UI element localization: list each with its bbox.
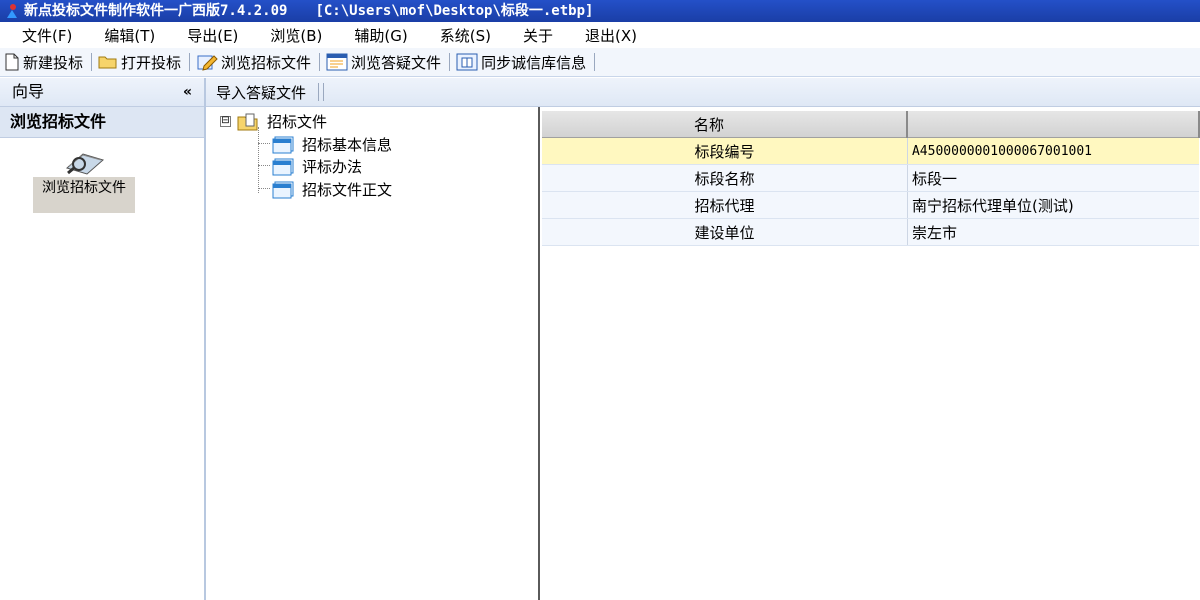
tree-node-label: 招标文件正文 [302, 181, 393, 199]
tree-node-basic-info[interactable]: 招标基本信息 [272, 134, 392, 155]
window-icon [272, 181, 294, 198]
sync-icon [456, 53, 478, 71]
browse-qa-label: 浏览答疑文件 [351, 53, 442, 72]
menu-exit[interactable]: 退出(X) [573, 25, 649, 46]
browse-tender-nav-item[interactable]: 浏览招标文件 [33, 144, 135, 213]
window-icon [272, 158, 294, 175]
edit-document-icon [197, 55, 218, 71]
column-header-value[interactable] [907, 111, 1200, 138]
row-value[interactable]: 崇左市 [907, 218, 1199, 246]
sync-credit-button[interactable]: 同步诚信库信息 [452, 52, 592, 73]
row-value[interactable]: 标段一 [907, 164, 1199, 192]
sync-credit-label: 同步诚信库信息 [481, 53, 587, 72]
menu-file[interactable]: 文件(F) [10, 25, 84, 46]
wizard-title: 向导 [12, 82, 45, 101]
row-name: 招标代理 [542, 191, 908, 219]
property-table: 名称 标段编号 A4500000001000067001001 标段名称 标段一… [542, 111, 1200, 246]
tree-node-label: 评标办法 [302, 158, 363, 176]
toolbar-separator [323, 83, 325, 101]
toolbar-separator [594, 53, 596, 71]
toolbar-separator [318, 83, 320, 101]
table-row[interactable]: 招标代理 南宁招标代理单位(测试) [542, 191, 1199, 219]
title-bar: 新点投标文件制作软件一广西版7.4.2.09 [C:\Users\mof\Desk… [0, 0, 1200, 22]
menu-browse[interactable]: 浏览(B) [258, 25, 334, 46]
content-toolbar: 导入答疑文件 [206, 78, 1200, 107]
collapse-icon[interactable]: « [183, 78, 192, 106]
tree-connector [258, 165, 270, 166]
window-list-icon [326, 53, 348, 71]
row-value[interactable]: A4500000001000067001001 [907, 137, 1199, 165]
tree-node-main-text[interactable]: 招标文件正文 [272, 179, 392, 200]
menu-about[interactable]: 关于 [511, 25, 565, 46]
menu-bar: 文件(F) 编辑(T) 导出(E) 浏览(B) 辅助(G) 系统(S) 关于 退… [0, 22, 1200, 48]
browse-qa-button[interactable]: 浏览答疑文件 [322, 52, 447, 73]
tree-root-label: 招标文件 [267, 113, 328, 131]
menu-edit[interactable]: 编辑(T) [92, 25, 167, 46]
tree-connector [258, 188, 270, 189]
table-header-row: 名称 [542, 111, 1200, 138]
menu-system[interactable]: 系统(S) [428, 25, 503, 46]
window-icon [272, 136, 294, 153]
wizard-panel: 向导 « 浏览招标文件 浏览招标文件 [0, 78, 206, 600]
tree-root-node[interactable]: ⊟ 招标文件 [220, 111, 327, 132]
toolbar-separator [91, 53, 93, 71]
app-icon [7, 4, 17, 18]
browse-tender-button[interactable]: 浏览招标文件 [192, 52, 317, 73]
column-header-name[interactable]: 名称 [542, 111, 909, 138]
browse-tender-label: 浏览招标文件 [221, 53, 312, 72]
menu-export[interactable]: 导出(E) [175, 25, 250, 46]
tree-panel: ⊟ 招标文件 招标基本信息 评标办法 招标文件正文 [206, 107, 540, 600]
file-path: [C:\Users\mof\Desktop\标段一.etbp] [315, 3, 594, 19]
new-bid-button[interactable]: 新建投标 [0, 52, 89, 73]
toolbar: 新建投标 打开投标 浏览招标文件 浏览答疑文件 同步诚信库信息 [0, 48, 1200, 77]
collapse-toggle-icon[interactable]: ⊟ [220, 116, 231, 127]
new-bid-label: 新建投标 [23, 53, 84, 72]
row-name: 标段名称 [542, 164, 908, 192]
browse-tender-nav-label: 浏览招标文件 [33, 177, 135, 213]
tree-node-evaluation[interactable]: 评标办法 [272, 156, 362, 177]
table-row[interactable]: 标段编号 A4500000001000067001001 [542, 137, 1199, 165]
nav-section-title[interactable]: 浏览招标文件 [0, 107, 204, 138]
toolbar-separator [189, 53, 191, 71]
toolbar-separator [319, 53, 321, 71]
folder-icon [98, 56, 117, 69]
table-row[interactable]: 标段名称 标段一 [542, 164, 1199, 192]
table-row[interactable]: 建设单位 崇左市 [542, 218, 1199, 246]
tree-connector [258, 143, 270, 144]
row-name: 标段编号 [542, 137, 908, 165]
menu-assist[interactable]: 辅助(G) [342, 25, 419, 46]
row-name: 建设单位 [542, 218, 908, 246]
tree-connector [258, 127, 259, 193]
property-grid: 名称 标段编号 A4500000001000067001001 标段名称 标段一… [540, 107, 1200, 600]
open-bid-button[interactable]: 打开投标 [94, 52, 187, 73]
tree-node-label: 招标基本信息 [302, 136, 393, 154]
open-bid-label: 打开投标 [121, 53, 182, 72]
toolbar-separator [449, 53, 451, 71]
row-value[interactable]: 南宁招标代理单位(测试) [907, 191, 1199, 219]
book-icon [65, 153, 105, 175]
import-qa-button[interactable]: 导入答疑文件 [206, 82, 306, 103]
wizard-header: 向导 « [0, 78, 204, 107]
new-document-icon [5, 53, 19, 71]
window-title: 新点投标文件制作软件一广西版7.4.2.09 [24, 3, 288, 19]
